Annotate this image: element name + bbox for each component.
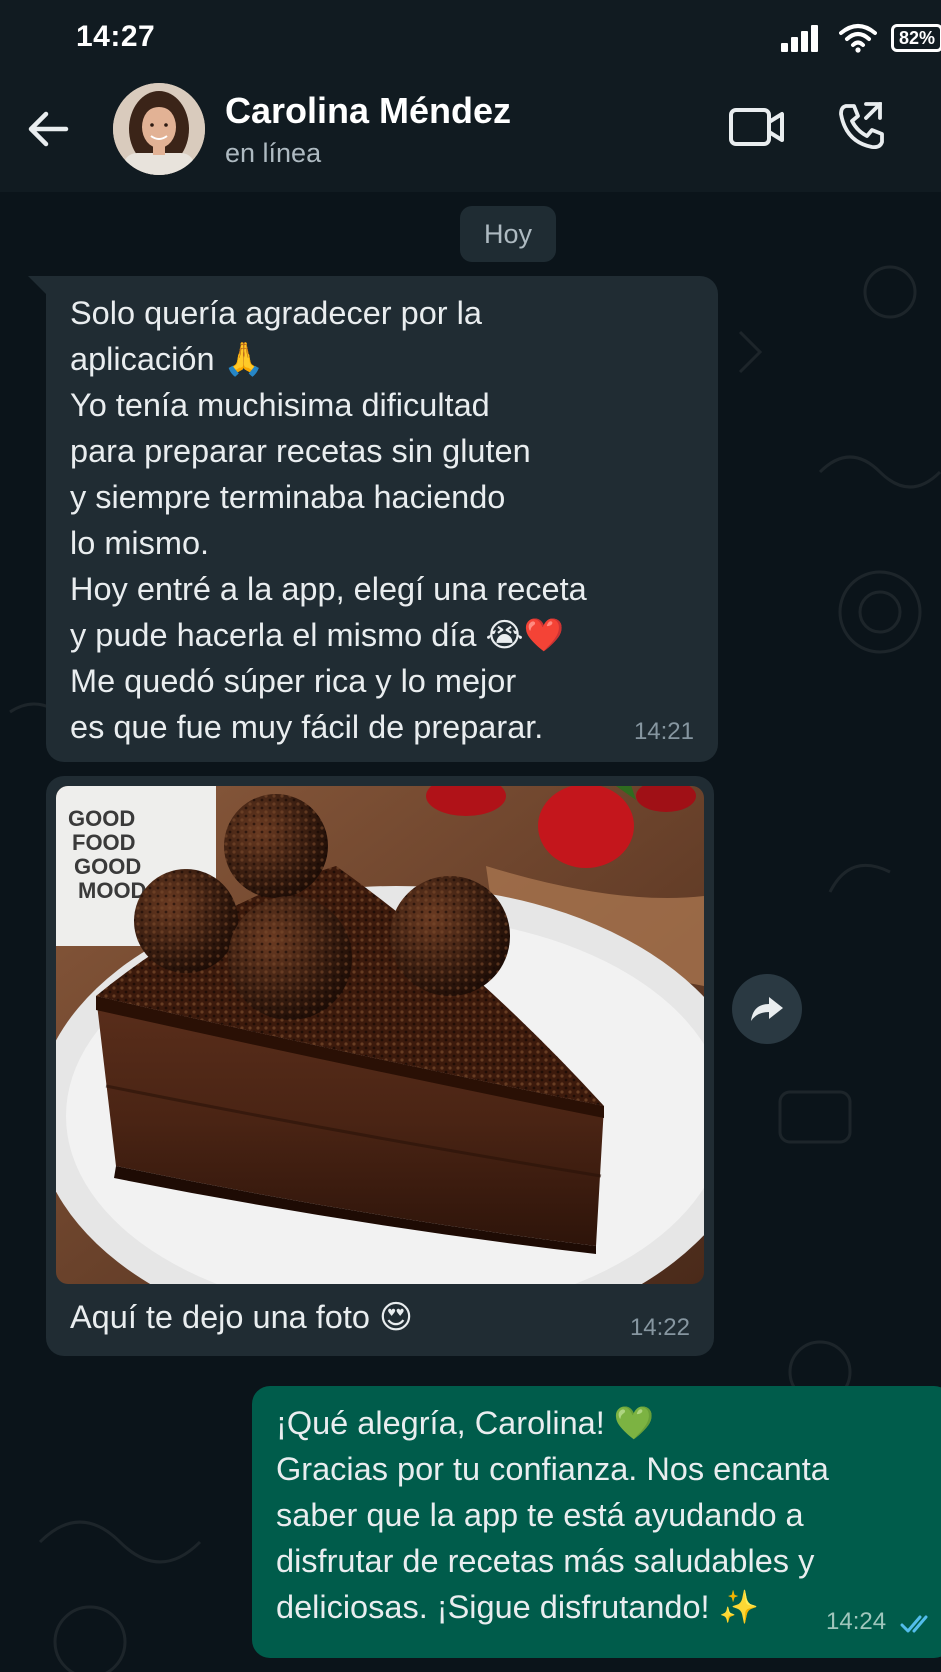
message-time: 14:21 [633,718,694,745]
svg-text:GOOD: GOOD [74,854,141,879]
status-bar: 14:27 82% [0,0,941,78]
video-call-icon[interactable] [728,102,786,152]
chat-header: Carolina Méndez en línea [0,78,941,192]
svg-text:MOOD: MOOD [78,878,146,903]
read-ticks-icon [900,1615,928,1633]
forward-icon [751,997,783,1021]
signal-icon [781,24,823,52]
incoming-image-message[interactable]: GOOD FOOD GOOD MOOD Aquí te dejo una fot… [46,776,714,1356]
message-time: 14:22 [629,1314,690,1341]
voice-call-icon[interactable] [836,100,888,152]
back-arrow-icon[interactable] [24,104,74,154]
avatar-photo [113,83,205,175]
chocolate-cake-photo[interactable]: GOOD FOOD GOOD MOOD [56,786,704,1284]
contact-status: en línea [225,138,322,168]
wifi-icon [839,24,877,53]
incoming-message[interactable]: Solo quería agradecer por la aplicación … [46,276,718,762]
status-icons: 82% [781,20,941,56]
chat-area[interactable]: Hoy Solo quería agradecer por la aplicac… [0,192,941,1672]
avatar[interactable] [113,83,205,175]
message-text: ¡Qué alegría, Carolina! 💚 Gracias por tu… [276,1405,829,1625]
outgoing-message[interactable]: ¡Qué alegría, Carolina! 💚 Gracias por tu… [252,1386,941,1658]
message-time: 14:24 [826,1608,887,1635]
battery-icon: 82% [891,24,941,52]
svg-text:FOOD: FOOD [72,830,136,855]
contact-name[interactable]: Carolina Méndez [225,90,511,132]
date-separator: Hoy [460,206,556,262]
message-text: Solo quería agradecer por la aplicación … [70,295,587,745]
mug-text: GOOD [68,806,135,831]
status-time: 14:27 [76,20,156,53]
forward-button[interactable] [732,974,802,1044]
image-caption: Aquí te dejo una foto 😍 [70,1299,413,1335]
